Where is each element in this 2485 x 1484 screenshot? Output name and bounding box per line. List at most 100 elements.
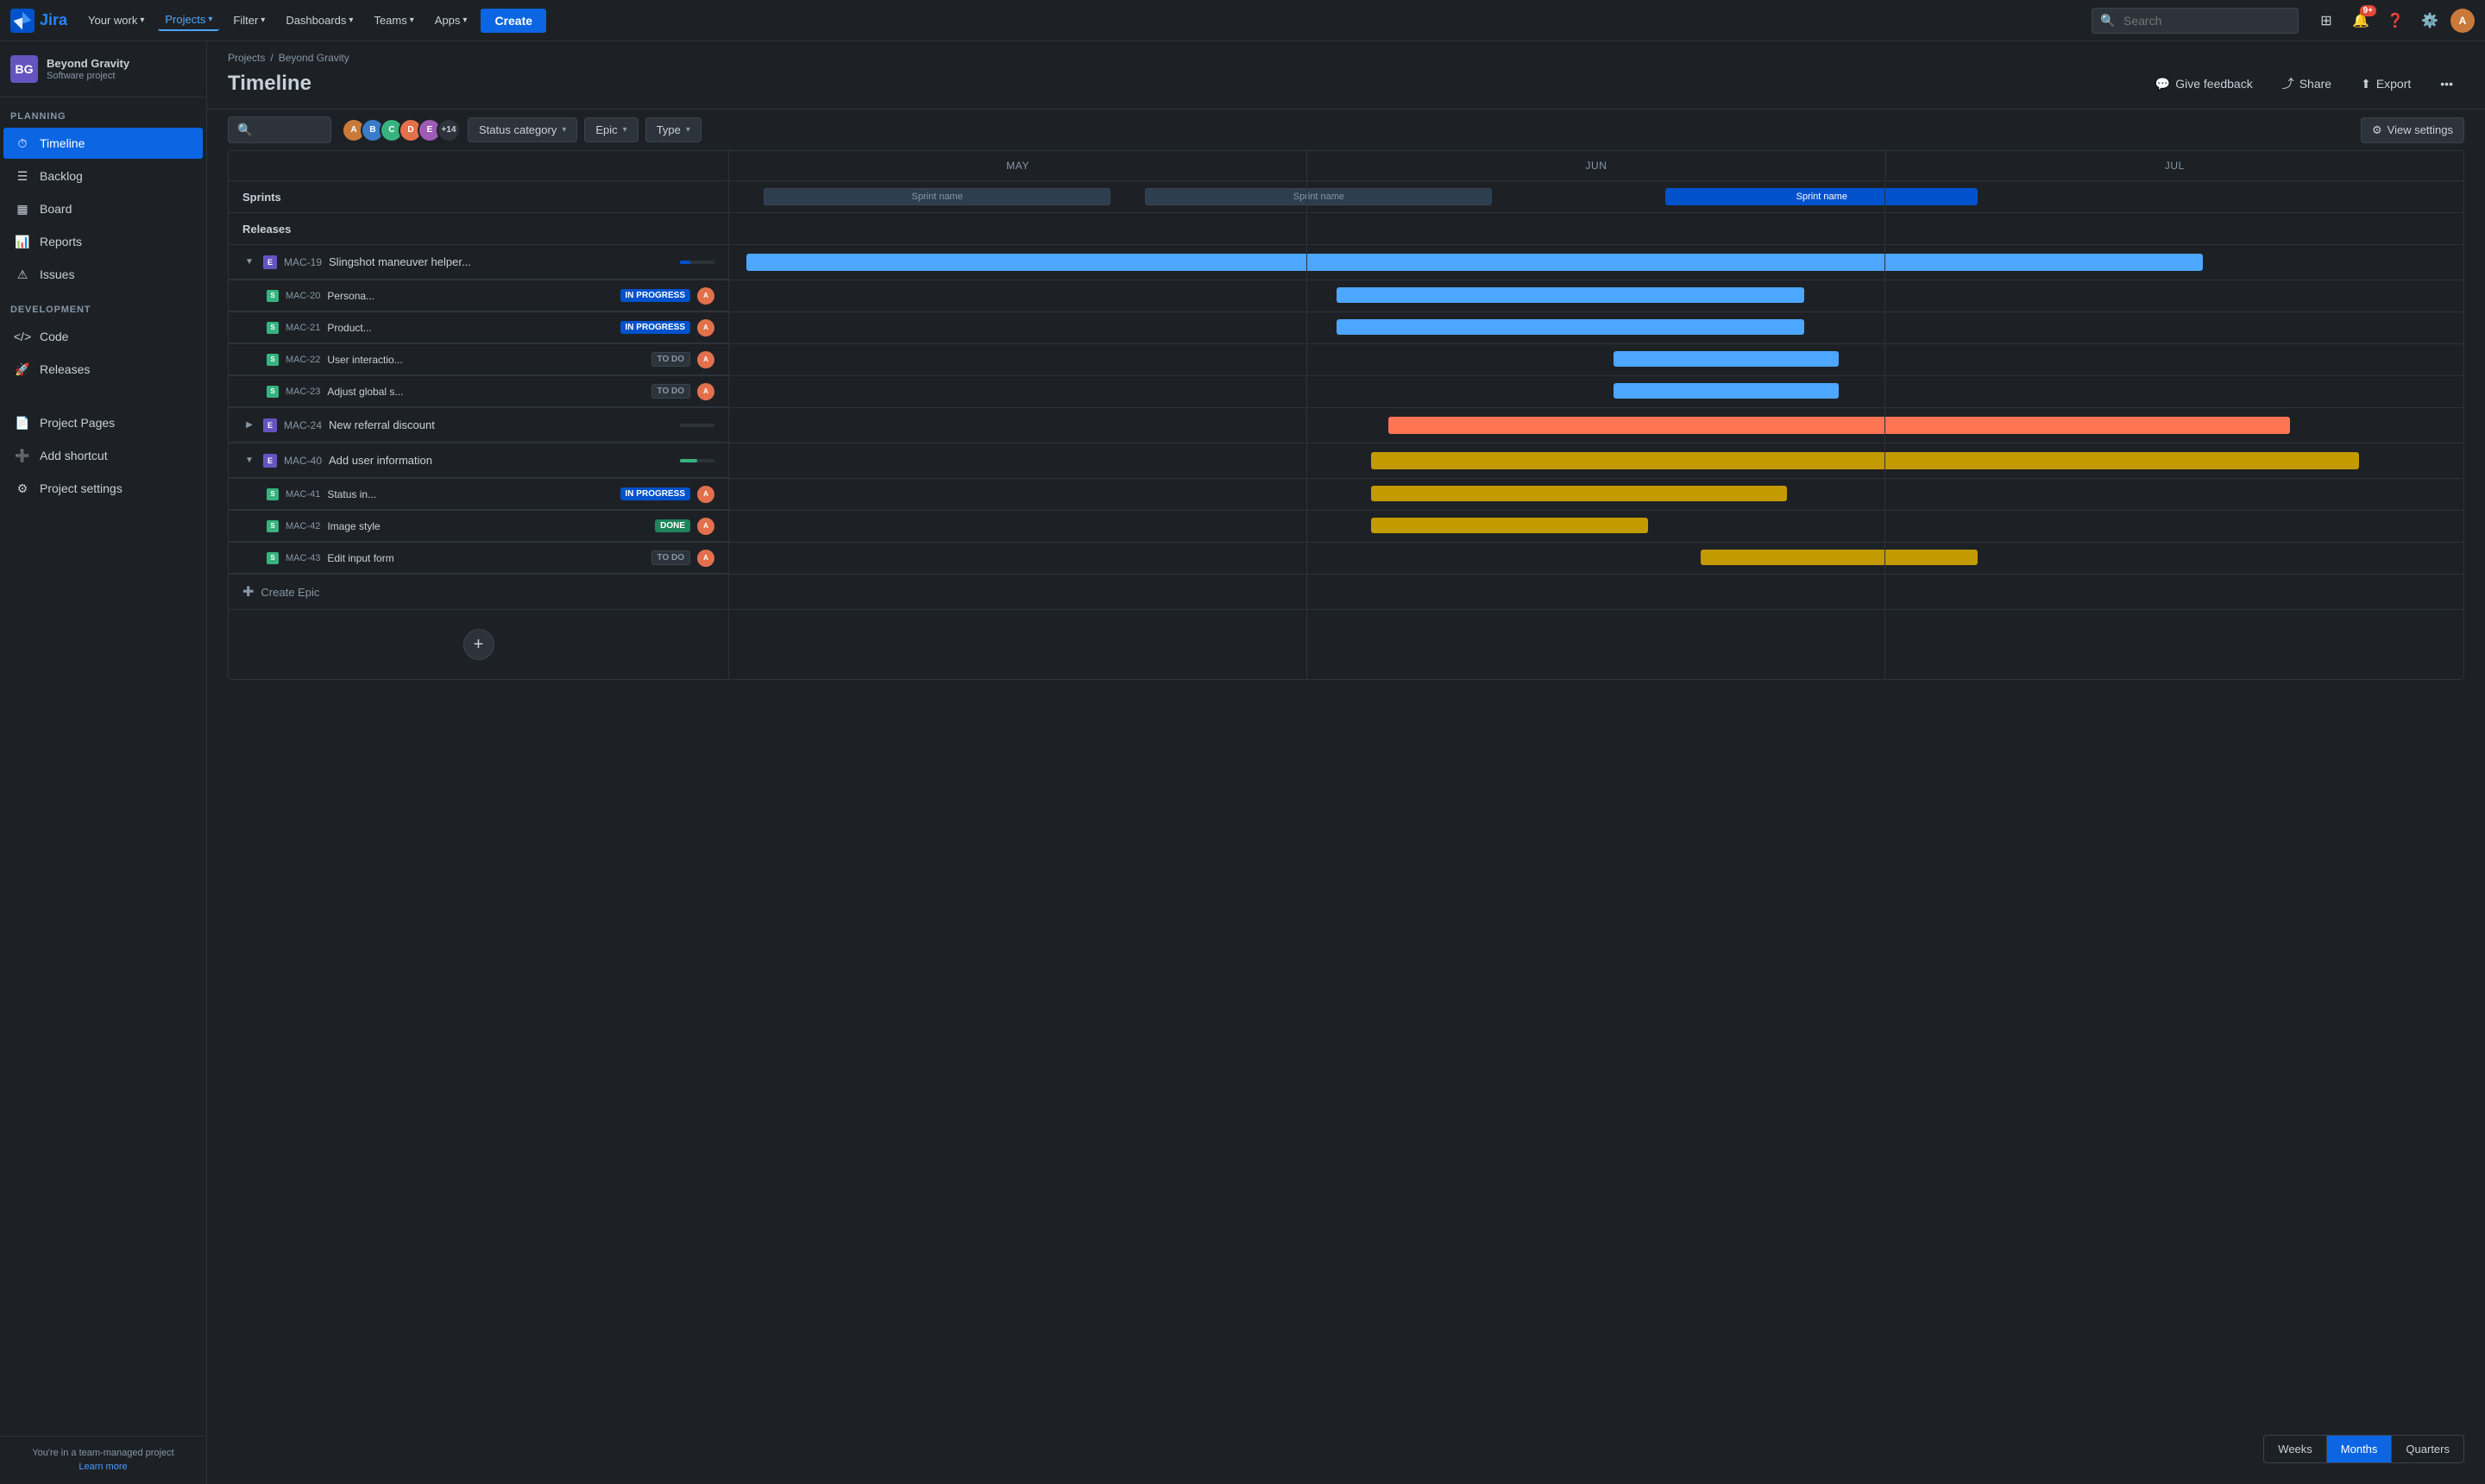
story-mac22-icon: S <box>267 354 279 366</box>
timescale-months-button[interactable]: Months <box>2326 1436 2392 1462</box>
story-mac23-avatar: A <box>697 383 714 400</box>
sidebar-item-project-pages[interactable]: 📄 Project Pages <box>3 407 203 438</box>
reports-icon: 📊 <box>14 233 31 250</box>
epic-mac24-chart <box>729 408 2463 443</box>
nav-apps[interactable]: Apps ▾ <box>428 10 475 30</box>
epic-mac40-icon: E <box>263 454 277 468</box>
epic-mac19-label[interactable]: ▼ E MAC-19 Slingshot maneuver helper... <box>229 245 729 280</box>
notifications-button[interactable]: 🔔 9+ <box>2347 7 2375 35</box>
sprint-bar-3: Sprint name <box>1665 188 1978 205</box>
toolbar-search-input[interactable] <box>257 124 326 136</box>
vline-e24-1 <box>1306 408 1307 443</box>
status-category-chevron <box>562 125 566 135</box>
share-button[interactable]: ⤴ Share <box>2271 69 2343 98</box>
project-header[interactable]: BG Beyond Gravity Software project <box>0 41 206 97</box>
epic-mac24-expand[interactable]: ▶ <box>242 418 256 432</box>
sidebar-item-releases[interactable]: 🚀 Releases <box>3 354 203 385</box>
more-button[interactable]: ••• <box>2429 71 2464 97</box>
sidebar-item-project-settings[interactable]: ⚙ Project settings <box>3 473 203 504</box>
breadcrumb-projects[interactable]: Projects <box>228 52 265 64</box>
project-name: Beyond Gravity <box>47 57 196 72</box>
help-button[interactable]: ❓ <box>2381 7 2409 35</box>
settings-button[interactable]: ⚙️ <box>2416 7 2444 35</box>
backlog-icon: ☰ <box>14 167 31 185</box>
timeline-container: MAY JUN JUL Sprints Sprint name Sprint n… <box>207 150 2485 1484</box>
sidebar-item-issues[interactable]: ⚠ Issues <box>3 259 203 290</box>
search-container: 🔍 <box>2092 8 2299 34</box>
sidebar-item-backlog[interactable]: ☰ Backlog <box>3 160 203 192</box>
sidebar-item-board[interactable]: ▦ Board <box>3 193 203 224</box>
story-mac22-chart <box>729 344 2463 375</box>
month-headers: MAY JUN JUL <box>229 151 2463 181</box>
story-mac23-label[interactable]: S MAC-23 Adjust global s... TO DO A <box>229 376 729 407</box>
sidebar-item-add-shortcut[interactable]: ➕ Add shortcut <box>3 440 203 471</box>
user-avatar[interactable]: A <box>2450 9 2475 33</box>
epic-filter[interactable]: Epic <box>584 117 638 142</box>
story-mac43-bar <box>1701 550 1979 565</box>
export-button[interactable]: ⬆ Export <box>2350 71 2422 97</box>
nav-your-work[interactable]: Your work ▾ <box>81 10 151 30</box>
sprints-chart-cell: Sprint name Sprint name Sprint name <box>729 181 2463 212</box>
story-mac20-label[interactable]: S MAC-20 Persona... IN PROGRESS A <box>229 280 729 311</box>
toolbar-search[interactable]: 🔍 <box>228 116 331 143</box>
sidebar-item-reports[interactable]: 📊 Reports <box>3 226 203 257</box>
vline-s20-2 <box>1884 280 1885 311</box>
breadcrumb-project[interactable]: Beyond Gravity <box>279 52 349 64</box>
search-input[interactable] <box>2092 8 2299 34</box>
toolbar: 🔍 A B C D E +14 Status category Epic <box>207 110 2485 150</box>
create-epic-chart-area <box>729 575 2463 609</box>
create-button[interactable]: Create <box>481 9 546 33</box>
learn-more-link[interactable]: Learn more <box>79 1462 127 1472</box>
story-mac22-bar <box>1614 351 1839 367</box>
epic-mac40-expand[interactable]: ▼ <box>242 454 256 468</box>
story-mac41-bar <box>1371 486 1787 501</box>
epic-mac40-chart <box>729 443 2463 478</box>
epic-mac24-progress <box>680 424 714 427</box>
epic-mac24-label[interactable]: ▶ E MAC-24 New referral discount <box>229 408 729 443</box>
story-mac43-label[interactable]: S MAC-43 Edit input form TO DO A <box>229 543 729 574</box>
story-mac43-icon: S <box>267 552 279 564</box>
timescale-weeks-button[interactable]: Weeks <box>2264 1436 2326 1462</box>
vline-s23-1 <box>1306 376 1307 407</box>
nav-projects[interactable]: Projects ▾ <box>158 9 219 31</box>
sidebar-item-timeline-active[interactable]: ⏱ Timeline <box>3 128 203 159</box>
app-logo[interactable]: Jira <box>10 9 67 33</box>
epic-chevron <box>623 125 627 135</box>
story-mac21-label[interactable]: S MAC-21 Product... IN PROGRESS A <box>229 312 729 343</box>
epic-mac19-id: MAC-19 <box>284 256 322 268</box>
story-mac41-chart <box>729 479 2463 510</box>
vline-rel-1 <box>1306 213 1307 244</box>
nav-teams[interactable]: Teams ▾ <box>367 10 420 30</box>
epic-mac19-chart <box>729 245 2463 280</box>
nav-filter[interactable]: Filter ▾ <box>226 10 272 30</box>
story-mac41-label[interactable]: S MAC-41 Status in... IN PROGRESS A <box>229 479 729 510</box>
story-mac22-avatar: A <box>697 351 714 368</box>
sidebar-item-code[interactable]: </> Code <box>3 321 203 352</box>
story-mac42-label[interactable]: S MAC-42 Image style DONE A <box>229 511 729 542</box>
epic-mac19-expand[interactable]: ▼ <box>242 255 256 269</box>
create-epic-button[interactable]: ✚ Create Epic <box>229 575 729 609</box>
status-category-filter[interactable]: Status category <box>468 117 577 142</box>
type-filter[interactable]: Type <box>645 117 701 142</box>
grid-icon-btn[interactable]: ⊞ <box>2312 7 2340 35</box>
story-mac22-id: MAC-22 <box>286 355 320 365</box>
add-button[interactable]: + <box>463 629 494 660</box>
board-icon: ▦ <box>14 200 31 217</box>
story-mac21-status: IN PROGRESS <box>620 321 690 334</box>
add-button-cell: + <box>229 610 729 679</box>
story-mac21-name: Product... <box>327 322 613 334</box>
epic-mac19-name: Slingshot maneuver helper... <box>329 255 673 268</box>
vline-s23-2 <box>1884 376 1885 407</box>
avatar-extra-count[interactable]: +14 <box>437 118 461 142</box>
story-mac22-label[interactable]: S MAC-22 User interactio... TO DO A <box>229 344 729 375</box>
epic-mac40-label[interactable]: ▼ E MAC-40 Add user information <box>229 443 729 478</box>
story-mac21-icon: S <box>267 322 279 334</box>
planning-section-label: PLANNING <box>0 97 206 127</box>
nav-dashboards[interactable]: Dashboards ▾ <box>279 10 360 30</box>
timescale-quarters-button[interactable]: Quarters <box>2391 1436 2463 1462</box>
nav-icon-group: ⊞ 🔔 9+ ❓ ⚙️ A <box>2312 7 2475 35</box>
empty-chart-area <box>729 610 2463 679</box>
story-mac21-avatar: A <box>697 319 714 336</box>
view-settings-button[interactable]: ⚙ View settings <box>2361 117 2464 143</box>
feedback-button[interactable]: 💬 Give feedback <box>2144 71 2264 97</box>
